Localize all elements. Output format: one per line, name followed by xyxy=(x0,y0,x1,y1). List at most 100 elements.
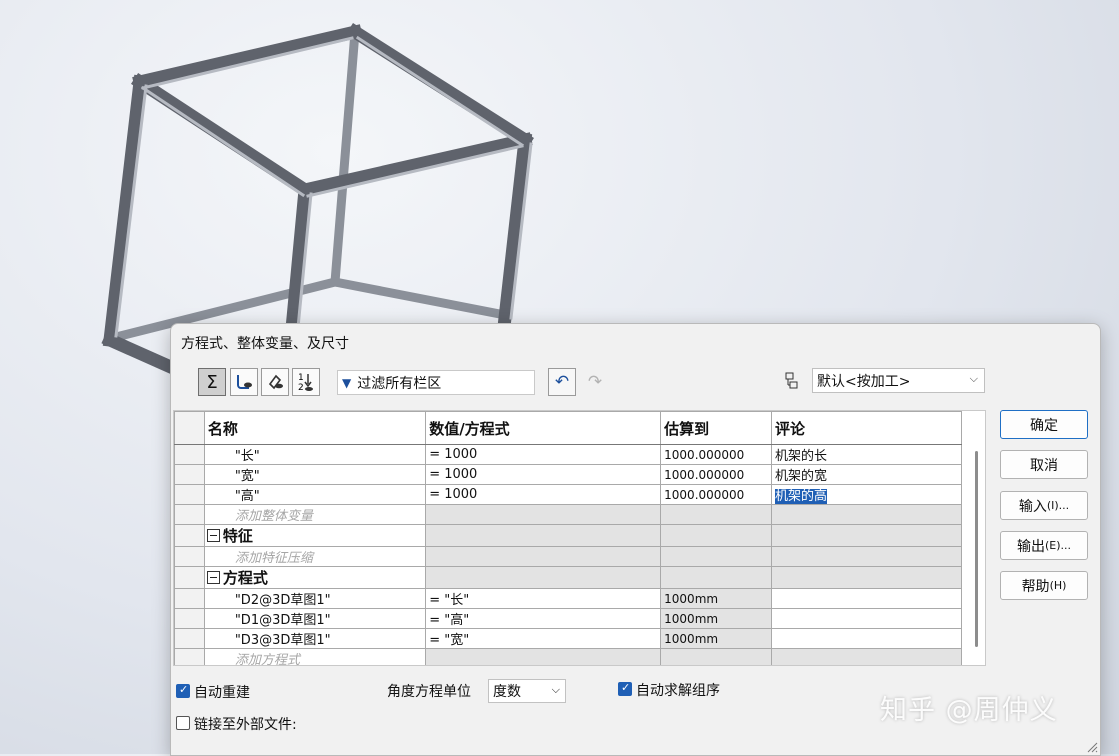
undo-icon[interactable]: ↶ xyxy=(548,368,576,396)
table-header-row: 名称 数值/方程式 估算到 评论 xyxy=(174,411,985,445)
add-global-variable[interactable]: 添加整体变量 xyxy=(203,504,427,525)
global-evaluates: 1000.000000 xyxy=(660,484,772,505)
global-comment-selected[interactable]: 机架的高 xyxy=(774,489,827,504)
equation-name[interactable]: "D3@3D草图1" xyxy=(203,628,427,649)
watermark: 知乎 @周仲义 xyxy=(880,695,1058,726)
section-row-equations[interactable]: 方程式 xyxy=(174,566,985,589)
equations-section-cell[interactable]: 方程式 xyxy=(203,566,427,589)
angle-unit-label: 角度方程单位 xyxy=(387,684,471,700)
global-name[interactable]: "宽" xyxy=(203,464,427,485)
column-header-evaluates[interactable]: 估算到 xyxy=(660,411,772,445)
empty-cell xyxy=(770,504,963,525)
row-filler xyxy=(962,445,985,465)
row-filler xyxy=(962,629,985,649)
table-scrollbar[interactable] xyxy=(975,451,978,647)
link-external-checkbox[interactable] xyxy=(176,716,190,730)
row-header[interactable] xyxy=(174,648,205,665)
add-global-row[interactable]: 添加整体变量 xyxy=(174,504,985,525)
link-external-label: 链接至外部文件: xyxy=(194,717,297,733)
filter-input[interactable]: ▼ 过滤所有栏区 xyxy=(337,370,535,395)
equation-comment[interactable] xyxy=(770,608,963,629)
auto-solve-checkbox[interactable] xyxy=(618,681,632,696)
filter-icon: ▼ xyxy=(342,375,352,390)
equation-value[interactable]: = "高" xyxy=(425,608,662,629)
global-value[interactable]: = 1000 xyxy=(425,464,662,485)
table-row[interactable]: "宽" = 1000 1000.000000 机架的宽 xyxy=(174,464,985,485)
row-header-corner xyxy=(174,411,205,445)
sigma-icon[interactable]: Σ xyxy=(198,368,226,396)
global-comment[interactable]: 机架的长 xyxy=(770,444,963,465)
global-comment-cell[interactable]: 机架的高 xyxy=(770,484,963,505)
redo-icon[interactable]: ↷ xyxy=(582,368,608,396)
add-equation-row[interactable]: 添加方程式 xyxy=(174,648,985,666)
sketch-view-icon[interactable] xyxy=(230,368,258,396)
equation-evaluates: 1000mm xyxy=(660,628,772,649)
chevron-down-icon: ⌵ xyxy=(969,372,978,385)
import-button[interactable]: 输入 (I)... xyxy=(1000,491,1088,520)
auto-solve-label: 自动求解组序 xyxy=(636,683,720,699)
row-filler xyxy=(962,589,985,609)
table-row[interactable]: "长" = 1000 1000.000000 机架的长 xyxy=(174,444,985,465)
equation-evaluates: 1000mm xyxy=(660,588,772,609)
empty-cell xyxy=(660,546,772,567)
add-feature-row[interactable]: 添加特征压缩 xyxy=(174,546,985,567)
global-comment[interactable]: 机架的宽 xyxy=(770,464,963,485)
row-header[interactable] xyxy=(174,546,205,567)
column-header-name[interactable]: 名称 xyxy=(203,411,427,445)
cancel-button[interactable]: 取消 xyxy=(1000,450,1088,479)
row-header[interactable] xyxy=(174,588,205,609)
equation-name[interactable]: "D1@3D草图1" xyxy=(203,608,427,629)
global-name[interactable]: "高" xyxy=(203,484,427,505)
collapse-icon[interactable] xyxy=(206,571,220,584)
table-row[interactable]: "D3@3D草图1" = "宽" 1000mm xyxy=(174,628,985,649)
global-value[interactable]: = 1000 xyxy=(425,444,662,465)
ok-button[interactable]: 确定 xyxy=(1000,410,1088,439)
row-header[interactable] xyxy=(174,504,205,525)
ordered-view-icon[interactable]: 12 xyxy=(292,368,320,396)
global-evaluates: 1000.000000 xyxy=(660,464,772,485)
auto-rebuild-checkbox[interactable] xyxy=(176,683,190,698)
equation-value[interactable]: = "宽" xyxy=(425,628,662,649)
dimension-view-icon[interactable] xyxy=(261,368,289,396)
features-section-cell[interactable]: 特征 xyxy=(203,524,427,547)
svg-text:1: 1 xyxy=(298,373,304,383)
row-filler xyxy=(962,649,985,666)
auto-rebuild-label: 自动重建 xyxy=(194,685,250,701)
row-header[interactable] xyxy=(174,608,205,629)
column-header-comment[interactable]: 评论 xyxy=(770,411,963,445)
empty-cell xyxy=(770,524,963,547)
section-row-features[interactable]: 特征 xyxy=(174,524,985,547)
row-header[interactable] xyxy=(174,444,205,465)
add-equation[interactable]: 添加方程式 xyxy=(203,648,427,665)
row-header[interactable] xyxy=(174,566,205,589)
row-header[interactable] xyxy=(174,628,205,649)
row-filler xyxy=(962,465,985,485)
empty-cell xyxy=(425,566,662,589)
row-header[interactable] xyxy=(174,464,205,485)
features-section-title: 特征 xyxy=(222,527,253,545)
configuration-select[interactable]: 默认<按加工> ⌵ xyxy=(812,368,985,393)
row-filler xyxy=(962,609,985,629)
row-header[interactable] xyxy=(174,484,205,505)
chevron-down-icon: ⌵ xyxy=(551,683,560,696)
configuration-value: 默认<按加工> xyxy=(817,373,911,390)
equation-comment[interactable] xyxy=(770,588,963,609)
row-header[interactable] xyxy=(174,524,205,547)
column-header-value[interactable]: 数值/方程式 xyxy=(425,411,662,445)
table-row[interactable]: "D1@3D草图1" = "高" 1000mm xyxy=(174,608,985,629)
resize-grip-icon[interactable] xyxy=(1086,741,1098,753)
equation-name[interactable]: "D2@3D草图1" xyxy=(203,588,427,609)
help-button[interactable]: 帮助 (H) xyxy=(1000,571,1088,600)
collapse-icon[interactable] xyxy=(206,529,220,542)
global-name[interactable]: "长" xyxy=(203,444,427,465)
add-feature-suppression[interactable]: 添加特征压缩 xyxy=(203,546,427,567)
equation-comment[interactable] xyxy=(770,628,963,649)
equation-value[interactable]: = "长" xyxy=(425,588,662,609)
angle-unit-select[interactable]: 度数 ⌵ xyxy=(488,679,566,703)
table-row[interactable]: "D2@3D草图1" = "长" 1000mm xyxy=(174,588,985,609)
row-filler xyxy=(962,567,985,589)
table-row[interactable]: "高" = 1000 1000.000000 机架的高 xyxy=(174,484,985,505)
global-value[interactable]: = 1000 xyxy=(425,484,662,505)
empty-cell xyxy=(770,648,963,665)
export-button[interactable]: 输出 (E)... xyxy=(1000,531,1088,560)
